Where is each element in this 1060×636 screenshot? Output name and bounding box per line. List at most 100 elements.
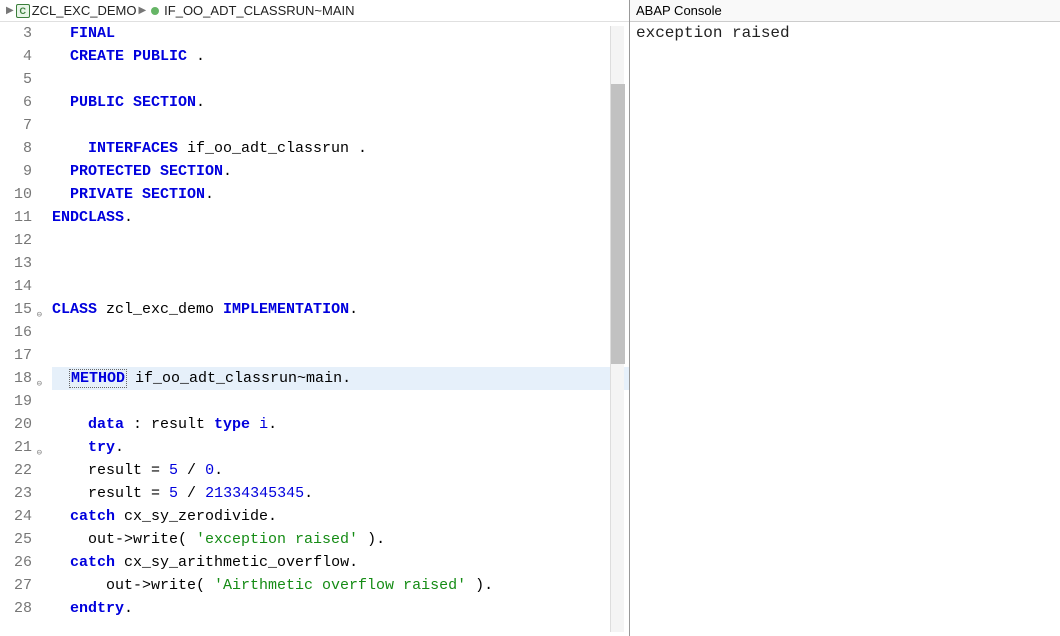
line-gutter: 3456789101112131415⊖161718⊖192021⊖222324… [0,22,38,636]
token [52,140,88,157]
fold-marker-icon[interactable]: ⊖ [34,373,42,381]
token-kw: data [88,416,124,433]
line-number: 28 [0,597,32,620]
code-line[interactable] [52,344,629,367]
line-number: 22 [0,459,32,482]
token: . [124,209,133,226]
code-lines[interactable]: FINAL CREATE PUBLIC . PUBLIC SECTION. IN… [38,22,629,636]
code-line[interactable]: PRIVATE SECTION. [52,183,629,206]
token [250,416,259,433]
line-number: 17 [0,344,32,367]
token-kw: type [214,416,250,433]
token: . [196,94,205,111]
line-number: 25 [0,528,32,551]
fold-marker-icon[interactable]: ⊖ [34,442,42,450]
scrollbar-thumb[interactable] [611,84,625,364]
token: / [178,462,205,479]
line-number: 4 [0,45,32,68]
token-num: 5 [169,485,178,502]
code-line[interactable]: catch cx_sy_arithmetic_overflow. [52,551,629,574]
token [52,94,70,111]
token: . [124,600,133,617]
token: / [178,485,205,502]
token: if_oo_adt_classrun~main. [126,370,351,387]
token-num: 5 [169,462,178,479]
token [52,370,70,387]
token-kw: CLASS [52,301,97,318]
code-area[interactable]: 3456789101112131415⊖161718⊖192021⊖222324… [0,22,629,636]
code-line[interactable]: try. [52,436,629,459]
chevron-right-icon: ▶ [6,5,14,16]
token-num: 21334345345 [205,485,304,502]
scrollbar-track[interactable] [610,26,624,632]
line-number: 26 [0,551,32,574]
code-line[interactable]: catch cx_sy_zerodivide. [52,505,629,528]
token [52,508,70,525]
console-title: ABAP Console [630,0,1060,22]
token: . [349,301,358,318]
token: : result [124,416,214,433]
breadcrumb-method[interactable]: IF_OO_ADT_CLASSRUN~MAIN [164,3,354,18]
code-line[interactable]: METHOD if_oo_adt_classrun~main. [52,367,629,390]
token-kw: CREATE PUBLIC [70,48,187,65]
code-line[interactable]: CLASS zcl_exc_demo IMPLEMENTATION. [52,298,629,321]
token-kw: PROTECTED SECTION [70,163,223,180]
token-kw: INTERFACES [88,140,178,157]
breadcrumb-class[interactable]: ZCL_EXC_DEMO [32,3,137,18]
code-line[interactable]: endtry. [52,597,629,620]
token-kw-plain: i [259,416,268,433]
code-line[interactable] [52,114,629,137]
code-line[interactable]: out->write( 'exception raised' ). [52,528,629,551]
line-number: 5 [0,68,32,91]
token-kw: catch [70,554,115,571]
line-number: 9 [0,160,32,183]
token: zcl_exc_demo [97,301,223,318]
code-line[interactable]: INTERFACES if_oo_adt_classrun . [52,137,629,160]
code-line[interactable] [52,275,629,298]
token: cx_sy_arithmetic_overflow. [115,554,358,571]
line-number: 15⊖ [0,298,32,321]
editor-panel: ▶ C ZCL_EXC_DEMO ▶ IF_OO_ADT_CLASSRUN~MA… [0,0,630,636]
line-number: 20 [0,413,32,436]
code-line[interactable]: PUBLIC SECTION. [52,91,629,114]
token [52,439,88,456]
token-str: 'exception raised' [196,531,358,548]
code-line[interactable]: data : result type i. [52,413,629,436]
line-number: 21⊖ [0,436,32,459]
token [52,48,70,65]
code-line[interactable]: out->write( 'Airthmetic overflow raised'… [52,574,629,597]
token: . [187,48,205,65]
token: . [223,163,232,180]
line-number: 8 [0,137,32,160]
code-line[interactable] [52,252,629,275]
code-line[interactable]: result = 5 / 0. [52,459,629,482]
code-line[interactable] [52,68,629,91]
line-number: 18⊖ [0,367,32,390]
class-icon: C [16,4,30,18]
console-output: exception raised [630,22,1060,636]
token-kw: ENDCLASS [52,209,124,226]
line-number: 16 [0,321,32,344]
code-line[interactable]: result = 5 / 21334345345. [52,482,629,505]
token: . [214,462,223,479]
code-line[interactable]: ENDCLASS. [52,206,629,229]
breadcrumb: ▶ C ZCL_EXC_DEMO ▶ IF_OO_ADT_CLASSRUN~MA… [0,0,629,22]
line-number: 7 [0,114,32,137]
fold-marker-icon[interactable]: ⊖ [34,304,42,312]
token: cx_sy_zerodivide. [115,508,277,525]
token-kw: IMPLEMENTATION [223,301,349,318]
code-line[interactable] [52,229,629,252]
code-line[interactable]: PROTECTED SECTION. [52,160,629,183]
code-line[interactable]: FINAL [52,22,629,45]
token: . [115,439,124,456]
token-kw: catch [70,508,115,525]
token [52,163,70,180]
code-line[interactable] [52,321,629,344]
code-line[interactable] [52,390,629,413]
line-number: 12 [0,229,32,252]
token [52,25,70,42]
line-number: 14 [0,275,32,298]
code-line[interactable]: CREATE PUBLIC . [52,45,629,68]
token-kw: FINAL [70,25,115,42]
token [52,186,70,203]
